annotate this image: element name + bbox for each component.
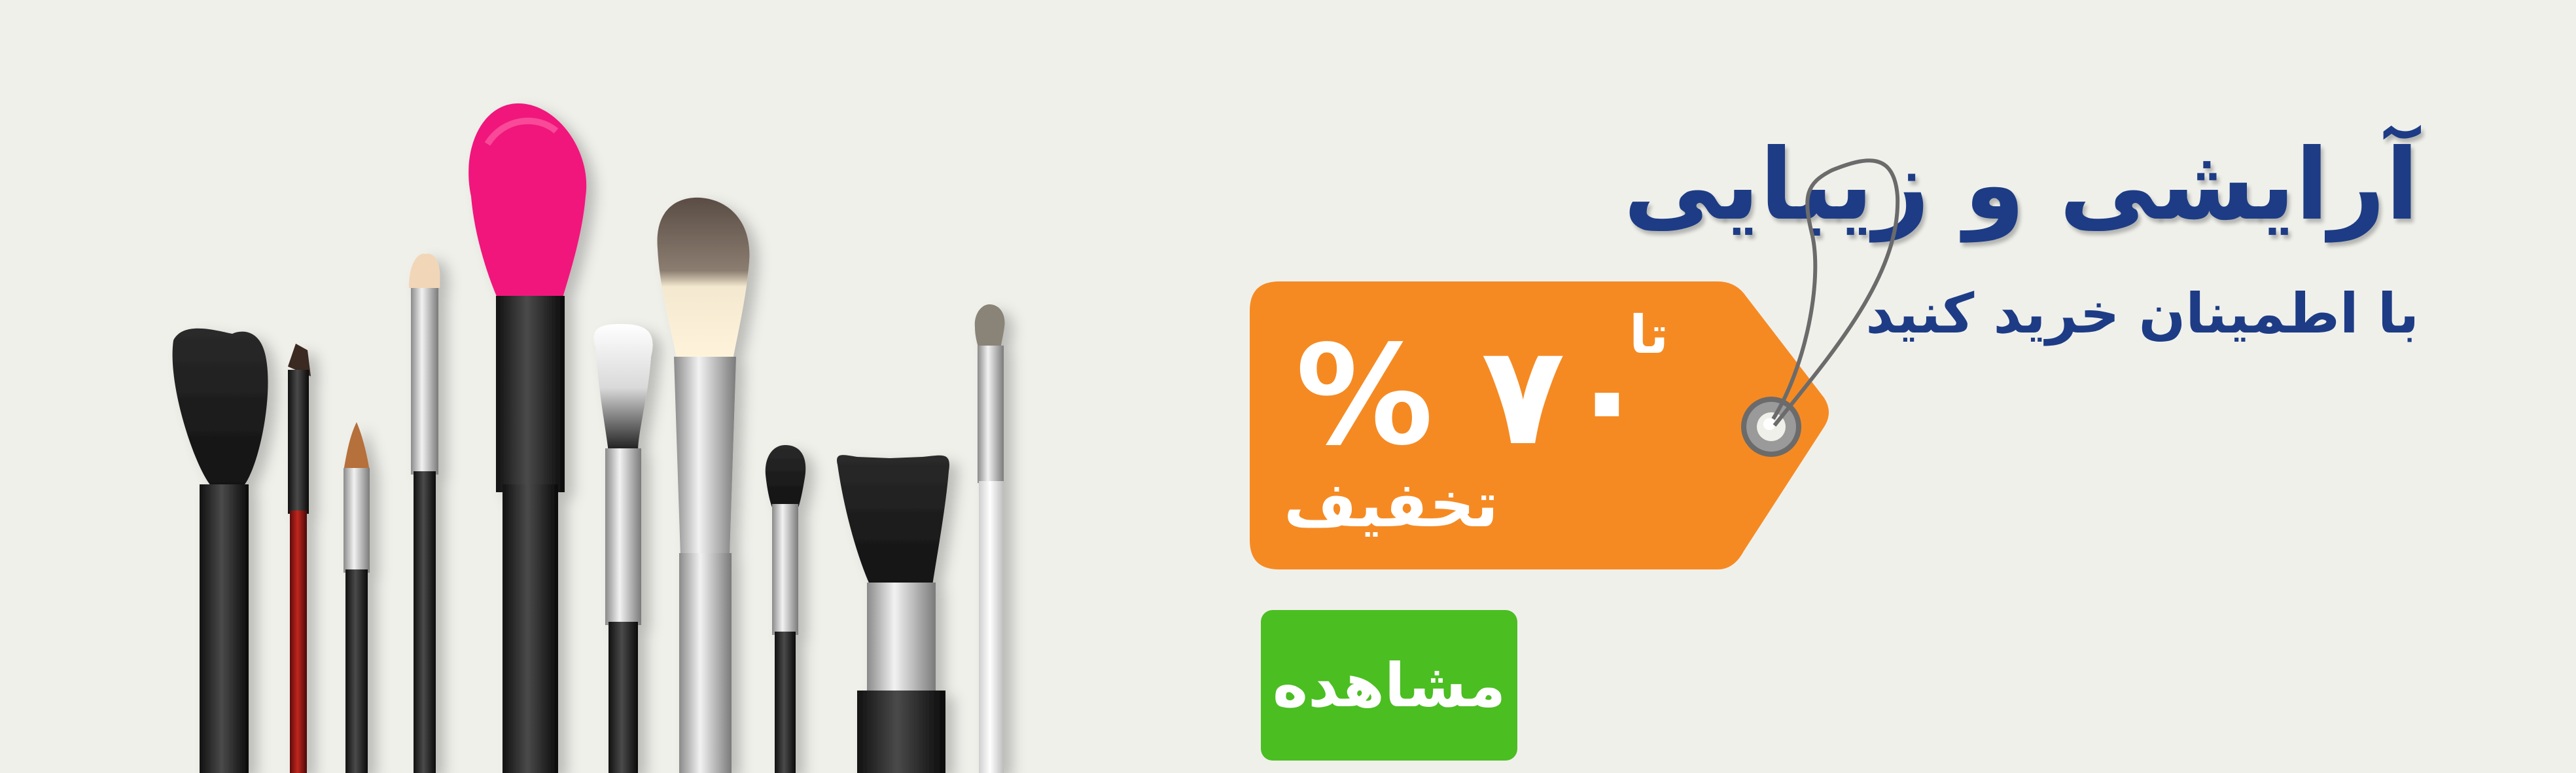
page-title: آرایشی و زیبایی xyxy=(1623,128,2419,242)
view-button[interactable]: مشاهده xyxy=(1261,610,1517,761)
discount-label: تخفیف xyxy=(1284,468,1498,541)
makeup-brushes-image xyxy=(172,103,1005,773)
promo-banner[interactable]: آرایشی و زیبایی با اطمینان خرید کنید تا … xyxy=(0,0,2576,773)
subtitle: با اطمینان خرید کنید xyxy=(1865,281,2419,346)
discount-percent: ۷۰ % xyxy=(1296,315,1649,476)
